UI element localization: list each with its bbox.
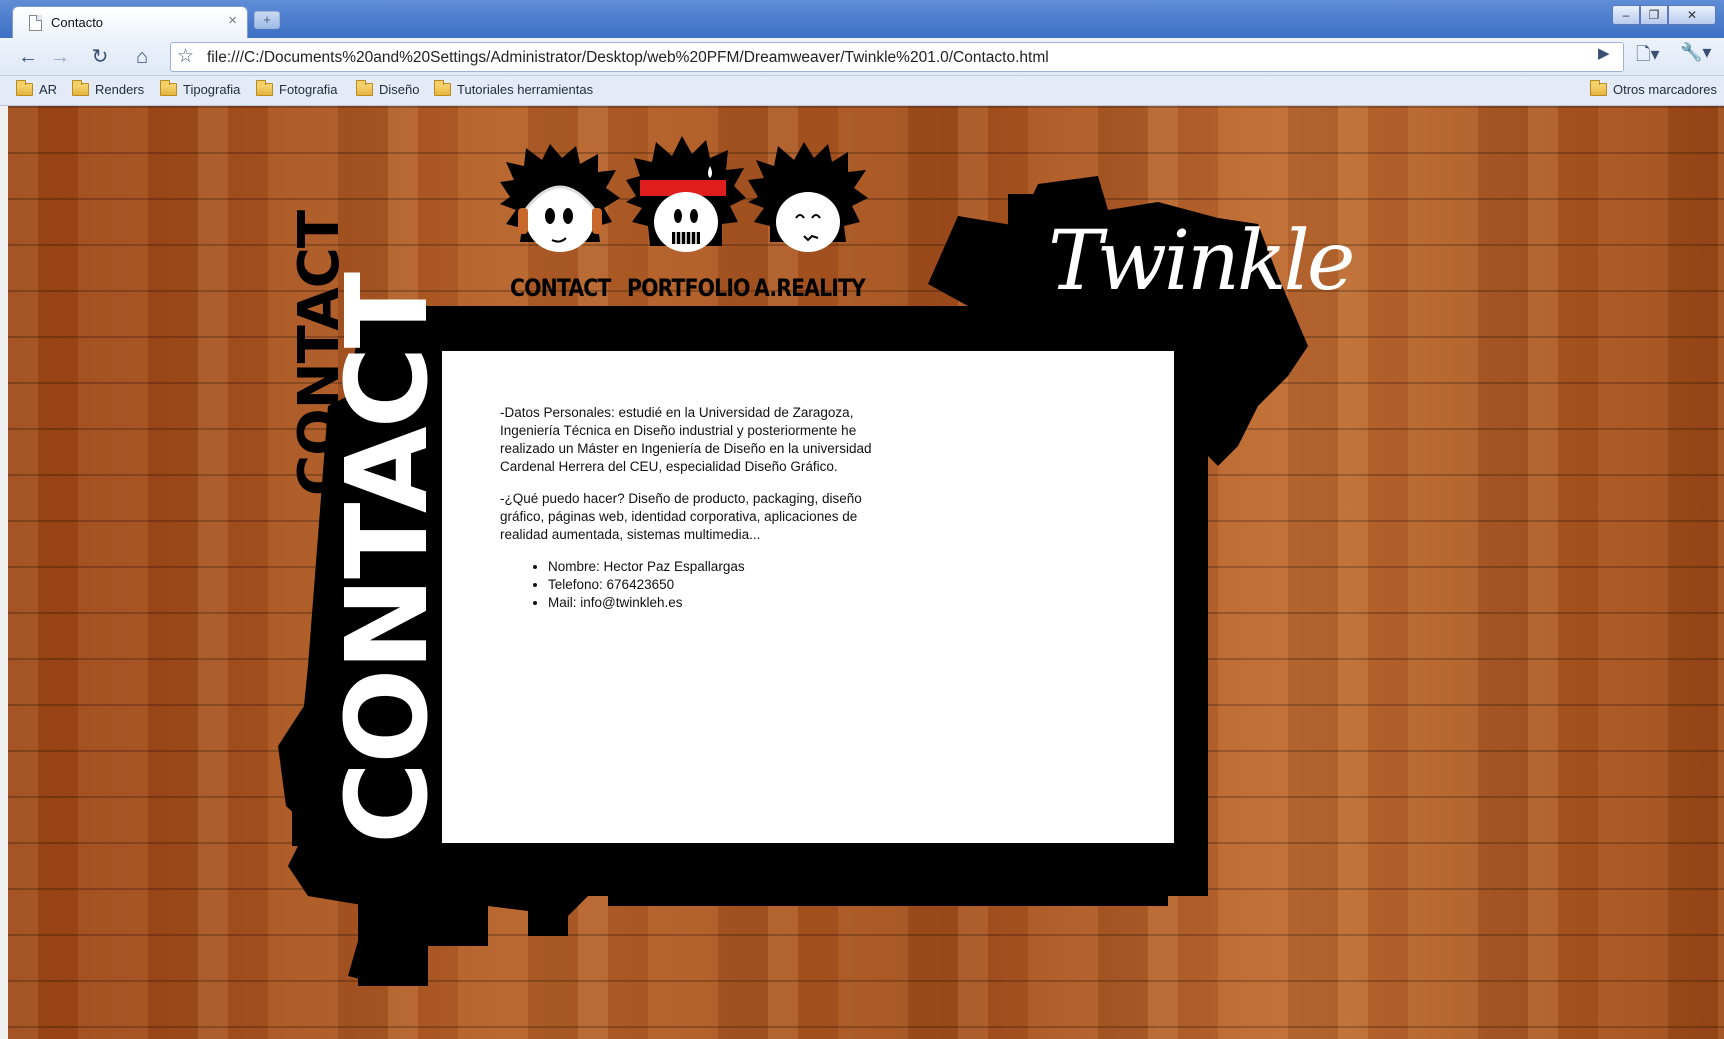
folder-icon — [160, 80, 177, 96]
twinkle-logo[interactable]: Twinkle — [1048, 214, 1355, 309]
forward-arrow-icon[interactable]: → — [46, 43, 74, 71]
tab-title: Contacto — [51, 15, 104, 30]
tab-contacto[interactable]: Contacto × — [12, 6, 248, 38]
maximize-button[interactable]: ❐ — [1640, 5, 1668, 25]
bookmark-item[interactable]: AR — [16, 80, 57, 100]
contact-list: Nombre: Hector Paz Espallargas Telefono:… — [548, 558, 900, 612]
nav-portfolio-link[interactable]: PORTFOLIO — [627, 274, 750, 302]
other-bookmarks[interactable]: Otros marcadores — [1590, 80, 1717, 100]
bookmarks-bar: AR Renders Tipografia Fotografia Diseño … — [0, 76, 1724, 106]
bookmark-item[interactable]: Fotografia — [256, 80, 338, 100]
contact-content: -Datos Personales: estudié en la Univers… — [500, 404, 900, 612]
title-bar: Contacto × + – ❐ ✕ — [0, 0, 1724, 38]
folder-icon — [16, 80, 33, 96]
page-viewport: CONTACT CONTACT CONTACT PORTFOLIO A.REAL… — [8, 106, 1724, 1039]
contact-name: Nombre: Hector Paz Espallargas — [548, 558, 900, 576]
folder-icon — [356, 80, 373, 96]
bookmark-item[interactable]: Diseño — [356, 80, 419, 100]
portfolio-character-icon[interactable] — [626, 136, 746, 276]
wrench-menu-icon[interactable]: 🔧▾ — [1680, 42, 1711, 63]
new-tab-button[interactable]: + — [254, 11, 280, 29]
minimize-button[interactable]: – — [1612, 5, 1640, 25]
folder-icon — [256, 80, 273, 96]
bookmark-item[interactable]: Tutoriales herramientas — [434, 80, 593, 100]
address-bar[interactable]: ☆ file:///C:/Documents%20and%20Settings/… — [170, 42, 1624, 72]
contact-vertical-subheading: CONTACT — [287, 210, 352, 496]
browser-window: Contacto × + – ❐ ✕ ← → ↻ ⌂ ☆ file:///C:/… — [0, 0, 1724, 1039]
go-arrow-icon[interactable]: ▶ — [1598, 44, 1610, 62]
folder-icon — [434, 80, 451, 96]
page-icon — [29, 15, 42, 31]
toolbar: ← → ↻ ⌂ ☆ file:///C:/Documents%20and%20S… — [0, 38, 1724, 76]
tab-close-icon[interactable]: × — [228, 12, 237, 29]
folder-icon — [72, 80, 89, 96]
paragraph-datos-personales: -Datos Personales: estudié en la Univers… — [500, 405, 872, 474]
page-menu-icon[interactable]: 🗋▾ — [1636, 42, 1660, 72]
contact-phone: Telefono: 676423650 — [548, 576, 900, 594]
folder-icon — [1590, 80, 1607, 96]
contact-mail: Mail: info@twinkleh.es — [548, 594, 900, 612]
nav-areality-link[interactable]: A.REALITY — [754, 274, 866, 302]
paragraph-que-puedo-hacer: -¿Qué puedo hacer? Diseño de producto, p… — [500, 491, 862, 542]
url-text[interactable]: file:///C:/Documents%20and%20Settings/Ad… — [207, 49, 1049, 67]
back-arrow-icon[interactable]: ← — [14, 43, 42, 71]
contact-character-icon[interactable] — [500, 142, 620, 282]
bookmark-star-icon[interactable]: ☆ — [177, 45, 194, 68]
augmented-reality-character-icon[interactable] — [748, 142, 868, 282]
bookmark-item[interactable]: Tipografia — [160, 80, 240, 100]
bookmark-item[interactable]: Renders — [72, 80, 144, 100]
home-icon[interactable]: ⌂ — [128, 43, 156, 71]
nav-contact-link[interactable]: CONTACT — [510, 274, 611, 302]
reload-icon[interactable]: ↻ — [86, 43, 114, 71]
close-window-button[interactable]: ✕ — [1668, 5, 1716, 25]
